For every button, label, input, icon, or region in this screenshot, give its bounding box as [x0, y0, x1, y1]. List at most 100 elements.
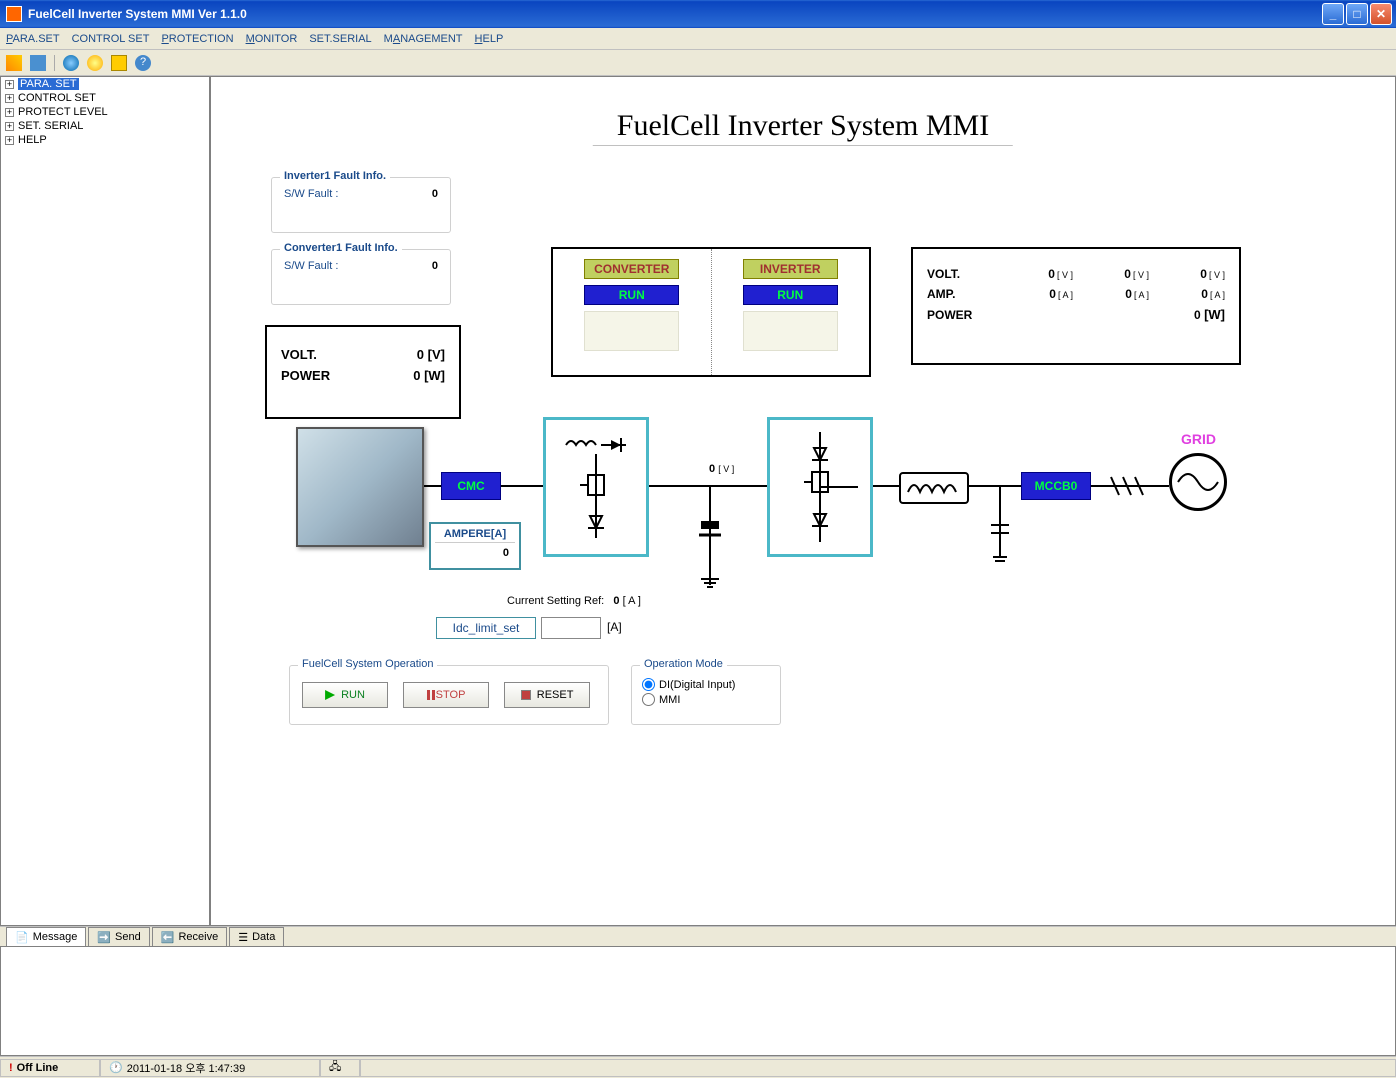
menu-monitor[interactable]: MONITOR	[246, 33, 298, 45]
minimize-button[interactable]: _	[1322, 3, 1344, 25]
mode-group-label: Operation Mode	[640, 658, 727, 670]
maximize-button[interactable]: □	[1346, 3, 1368, 25]
metrics-amp-label: AMP.	[927, 287, 997, 301]
receive-icon: ⬅️	[161, 931, 175, 944]
alert-icon: !	[9, 1062, 13, 1074]
inv-fault-value: 0	[432, 188, 438, 200]
wire	[969, 485, 1021, 487]
run-button[interactable]: RUN	[302, 682, 388, 708]
toolbar: ?	[0, 50, 1396, 76]
tree-node-controlset[interactable]: +CONTROL SET	[1, 91, 209, 105]
power-value: 0	[413, 368, 420, 383]
status-connection: !Off Line	[0, 1059, 100, 1077]
menu-paraset[interactable]: PARA.SET	[6, 33, 60, 45]
wire	[501, 485, 543, 487]
tree-node-protect[interactable]: +PROTECT LEVEL	[1, 105, 209, 119]
curset-label: Current Setting Ref:	[507, 595, 604, 607]
expand-icon[interactable]: +	[5, 80, 14, 89]
page-title: FuelCell Inverter System MMI	[593, 107, 1013, 146]
status-datetime: 🕐2011-01-18 오후 1:47:39	[100, 1059, 320, 1077]
menu-bar: PARA.SET CONTROL SET PROTECTION MONITOR …	[0, 28, 1396, 50]
reset-button[interactable]: RESET	[504, 682, 590, 708]
wire	[424, 485, 441, 487]
globe-icon[interactable]	[63, 55, 79, 71]
help-icon[interactable]: ?	[135, 55, 151, 71]
data-icon: ☰	[238, 931, 248, 944]
mode-mmi-radio[interactable]	[642, 693, 655, 706]
converter-fault-title: Converter1 Fault Info.	[280, 242, 402, 254]
volt-3: 0	[1200, 267, 1207, 281]
mode-mmi-option[interactable]: MMI	[642, 693, 770, 706]
converter-fault-box: Converter1 Fault Info. S/W Fault :0	[271, 249, 451, 305]
inverter-fault-title: Inverter1 Fault Info.	[280, 170, 390, 182]
cmc-box: CMC	[441, 472, 501, 500]
wire	[649, 485, 767, 487]
expand-icon[interactable]: +	[5, 136, 14, 145]
curset-unit: [ A ]	[623, 595, 641, 607]
mode-group: Operation Mode DI(Digital Input) MMI	[631, 665, 781, 725]
mode-di-option[interactable]: DI(Digital Input)	[642, 678, 770, 691]
amp-3: 0	[1201, 287, 1208, 301]
menu-management[interactable]: MANAGEMENT	[384, 33, 463, 45]
operation-group: FuelCell System Operation RUN STOP RESET	[289, 665, 609, 725]
volt-unit: [V]	[428, 347, 445, 362]
amp-2: 0	[1125, 287, 1132, 301]
tree-node-help[interactable]: +HELP	[1, 133, 209, 147]
menu-help[interactable]: HELP	[475, 33, 504, 45]
volt-label: VOLT.	[281, 347, 317, 362]
stop-button[interactable]: STOP	[403, 682, 489, 708]
expand-icon[interactable]: +	[5, 94, 14, 103]
status-network-icon: 🖧	[320, 1059, 360, 1077]
idc-limit-unit: [A]	[607, 620, 622, 634]
metrics-box: VOLT. 0[ V ] 0[ V ] 0[ V ] AMP. 0[ A ] 0…	[911, 247, 1241, 365]
sun-icon[interactable]	[87, 55, 103, 71]
power-label: POWER	[281, 368, 330, 383]
send-icon: ➡️	[97, 931, 111, 944]
message-icon: 📄	[15, 931, 29, 944]
status-bar: !Off Line 🕐2011-01-18 오후 1:47:39 🖧	[0, 1056, 1396, 1078]
converter-schematic-icon	[543, 417, 649, 557]
tool-icon-1[interactable]	[6, 55, 22, 71]
tab-data[interactable]: ☰Data	[229, 927, 284, 946]
expand-icon[interactable]: +	[5, 122, 14, 131]
idc-limit-input[interactable]	[541, 617, 601, 639]
tree-node-setserial[interactable]: +SET. SERIAL	[1, 119, 209, 133]
close-button[interactable]: ✕	[1370, 3, 1392, 25]
inverter-fault-box: Inverter1 Fault Info. S/W Fault :0	[271, 177, 451, 233]
capacitor-icon	[989, 507, 1011, 570]
power-unit: [W]	[424, 368, 445, 383]
inverter-schematic-icon	[767, 417, 873, 557]
home-icon[interactable]	[30, 55, 46, 71]
mode-di-radio[interactable]	[642, 678, 655, 691]
ampere-title: AMPERE[A]	[435, 528, 515, 543]
mail-icon[interactable]	[111, 55, 127, 71]
play-icon	[325, 690, 335, 700]
tree-node-paraset[interactable]: +PARA. SET	[1, 77, 209, 91]
window-buttons: _ □ ✕	[1322, 3, 1392, 25]
menu-controlset[interactable]: CONTROL SET	[72, 33, 150, 45]
converter-label: CONVERTER	[584, 259, 679, 279]
app-icon	[6, 6, 22, 22]
tab-receive[interactable]: ⬅️Receive	[152, 927, 227, 946]
toolbar-divider	[54, 55, 55, 71]
message-pane[interactable]	[0, 946, 1396, 1056]
breaker-icon	[1107, 473, 1147, 502]
menu-protection[interactable]: PROTECTION	[161, 33, 233, 45]
current-setting-row: Current Setting Ref: 0 [ A ]	[507, 595, 641, 607]
clock-icon: 🕐	[109, 1061, 123, 1074]
volt-power-box: VOLT.0 [V] POWER0 [W]	[265, 325, 461, 419]
curset-value: 0	[613, 595, 619, 607]
inductor-icon	[899, 472, 969, 504]
tree-panel[interactable]: +PARA. SET +CONTROL SET +PROTECT LEVEL +…	[0, 76, 210, 926]
menu-setserial[interactable]: SET.SERIAL	[309, 33, 371, 45]
converter-run-label: RUN	[584, 285, 679, 305]
tab-message[interactable]: 📄Message	[6, 927, 86, 946]
tab-send[interactable]: ➡️Send	[88, 927, 149, 946]
main-area: +PARA. SET +CONTROL SET +PROTECT LEVEL +…	[0, 76, 1396, 926]
grid-label: GRID	[1181, 431, 1216, 447]
expand-icon[interactable]: +	[5, 108, 14, 117]
conv-fault-label: S/W Fault :	[284, 260, 338, 272]
dc-voltage: 0 [ V ]	[709, 463, 734, 475]
operation-group-label: FuelCell System Operation	[298, 658, 437, 670]
window-title: FuelCell Inverter System MMI Ver 1.1.0	[26, 7, 1322, 21]
